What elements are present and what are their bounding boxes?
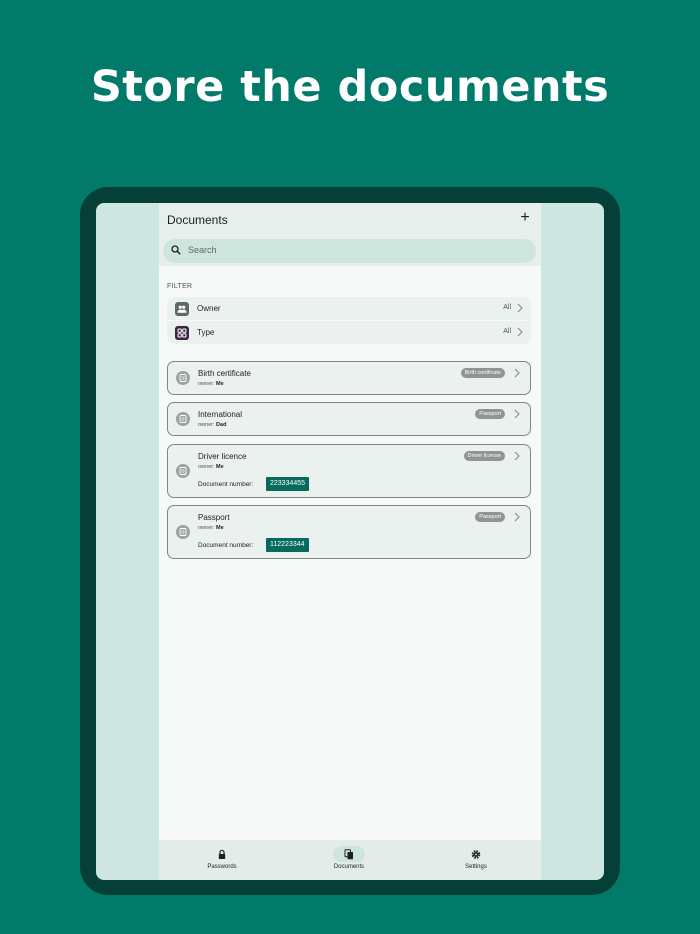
- nav-settings[interactable]: Settings: [436, 840, 516, 880]
- owner-name: Me: [216, 464, 224, 470]
- document-type-badge: Passport: [475, 409, 505, 419]
- filter-type-row[interactable]: Type All: [167, 321, 531, 344]
- owner-name: Dad: [216, 422, 227, 428]
- document-title: Birth certificate: [198, 369, 251, 378]
- add-document-button[interactable]: +: [517, 209, 533, 227]
- document-number-value[interactable]: 223334455: [266, 477, 310, 491]
- filter-owner-label: Owner: [197, 304, 221, 313]
- headline: Store the documents: [90, 62, 610, 112]
- document-title: Passport: [198, 513, 230, 522]
- document-avatar: [176, 525, 190, 539]
- grid-icon: [175, 326, 189, 340]
- document-type-icon: [179, 467, 187, 475]
- document-title: International: [198, 410, 243, 419]
- document-number-label: Document number:: [198, 481, 254, 488]
- document-avatar: [176, 371, 190, 385]
- document-type-badge: Passport: [475, 512, 505, 522]
- nav-settings-label: Settings: [465, 864, 487, 870]
- chevron-right-icon: [514, 451, 520, 461]
- plus-icon: +: [520, 209, 530, 226]
- documents-app: Documents + Search FILTER Owner All Type…: [159, 203, 541, 880]
- filter-type-label: Type: [197, 328, 215, 337]
- app-bar: Documents + Search: [159, 203, 541, 266]
- chevron-right-icon: [514, 368, 520, 378]
- page-title: Documents: [167, 213, 228, 227]
- nav-passwords-label: Passwords: [207, 864, 237, 870]
- documents-icon: [333, 846, 365, 862]
- tablet-frame: Documents + Search FILTER Owner All Type…: [80, 187, 620, 895]
- document-card[interactable]: Birth certificate owner: Me Birth certif…: [167, 361, 531, 395]
- gear-icon: [460, 846, 492, 862]
- document-card[interactable]: Driver licence owner: Me Driver license …: [167, 444, 531, 498]
- owner-name: Me: [216, 525, 224, 531]
- search-input[interactable]: Search: [188, 245, 217, 255]
- filter-owner-row[interactable]: Owner All: [167, 297, 531, 320]
- lock-icon: [206, 846, 238, 862]
- chevron-right-icon: [517, 327, 523, 337]
- nav-documents[interactable]: Documents: [309, 840, 389, 880]
- document-type-badge: Birth certificate: [460, 368, 505, 378]
- nav-documents-label: Documents: [333, 864, 365, 870]
- filter-type-value: All: [503, 328, 511, 335]
- filter-owner-value: All: [503, 304, 511, 311]
- document-owner: owner: Me: [198, 464, 224, 470]
- document-type-icon: [179, 415, 187, 423]
- document-card[interactable]: International owner: Dad Passport: [167, 402, 531, 436]
- people-icon: [175, 302, 189, 316]
- document-number-label: Document number:: [198, 542, 254, 549]
- document-type-badge: Driver license: [463, 451, 505, 461]
- tablet-screen: Documents + Search FILTER Owner All Type…: [96, 203, 604, 880]
- document-owner: owner: Dad: [198, 422, 227, 428]
- search-icon: [171, 245, 181, 255]
- document-owner: owner: Me: [198, 381, 224, 387]
- document-type-icon: [179, 528, 187, 536]
- document-avatar: [176, 412, 190, 426]
- document-type-icon: [179, 374, 187, 382]
- document-card[interactable]: Passport owner: Me Passport Document num…: [167, 505, 531, 559]
- document-title: Driver licence: [198, 452, 247, 461]
- chevron-right-icon: [517, 303, 523, 313]
- chevron-right-icon: [514, 512, 520, 522]
- owner-name: Me: [216, 381, 224, 387]
- filter-heading: FILTER: [167, 283, 193, 290]
- nav-passwords[interactable]: Passwords: [182, 840, 262, 880]
- document-number-value[interactable]: 112223344: [266, 538, 309, 552]
- document-avatar: [176, 464, 190, 478]
- chevron-right-icon: [514, 409, 520, 419]
- bottom-navigation: Passwords Documents Settings: [159, 840, 541, 880]
- document-owner: owner: Me: [198, 525, 224, 531]
- search-bar[interactable]: Search: [163, 239, 536, 263]
